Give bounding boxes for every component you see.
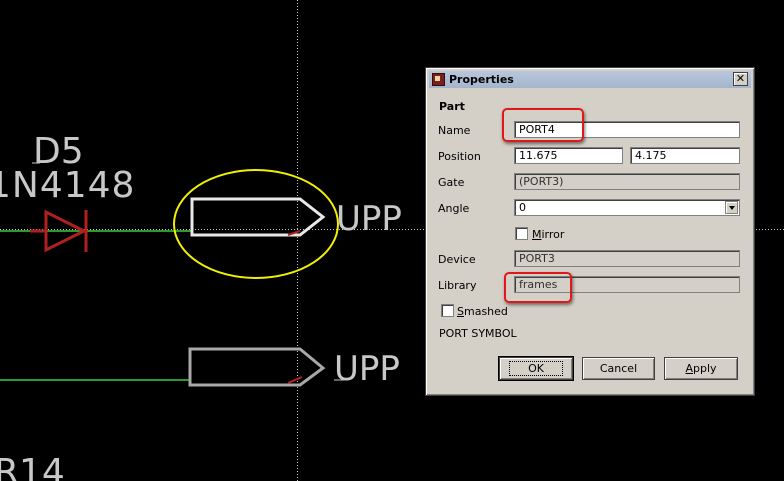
gate-field: (PORT3) [514,173,740,190]
smashed-mnemonic: S [457,305,464,318]
device-field: PORT3 [514,250,740,267]
dialog-titlebar[interactable]: Properties ✕ [429,71,751,88]
port-upp[interactable] [188,347,326,387]
symbol-label: PORT SYMBOL [439,327,517,340]
smashed-checkbox[interactable] [441,304,454,317]
cancel-button[interactable]: Cancel [582,357,655,380]
device-label: Device [438,253,476,266]
mirror-label: Mirror [532,228,565,241]
smashed-label: Smashed [457,305,508,318]
mirror-checkbox[interactable] [515,227,528,240]
properties-dialog: Properties ✕ Part Name PORT4 Position 11… [425,67,755,396]
app-icon [432,73,445,86]
close-icon: ✕ [735,72,746,85]
resistor-name-label: R14 [0,452,65,481]
diode-value-label: 1N4148 [0,165,135,206]
port-upp-label: UPP [334,349,400,389]
library-highlight-box [504,272,572,303]
angle-label: Angle [438,202,470,215]
chevron-down-icon[interactable] [725,201,738,214]
position-y-input[interactable]: 4.175 [630,147,740,164]
ok-button[interactable]: OK [498,356,574,381]
position-label: Position [438,150,481,163]
apply-button[interactable]: Apply [664,357,738,380]
gate-label: Gate [438,176,465,189]
library-label: Library [438,279,477,292]
apply-mnemonic: A [685,362,693,375]
name-highlight-box [502,108,584,142]
position-x-input[interactable]: 11.675 [514,147,623,164]
ok-label: OK [509,361,563,376]
close-button[interactable]: ✕ [733,72,748,86]
name-label: Name [438,124,471,137]
dialog-title: Properties [449,73,514,86]
angle-value: 0 [519,201,526,214]
port2-pin-mark [287,376,303,384]
port-upp-selected-label: UPP [336,199,402,239]
angle-select[interactable]: 0 [514,199,740,216]
section-part-label: Part [439,100,465,113]
mirror-mnemonic: M [532,228,542,241]
